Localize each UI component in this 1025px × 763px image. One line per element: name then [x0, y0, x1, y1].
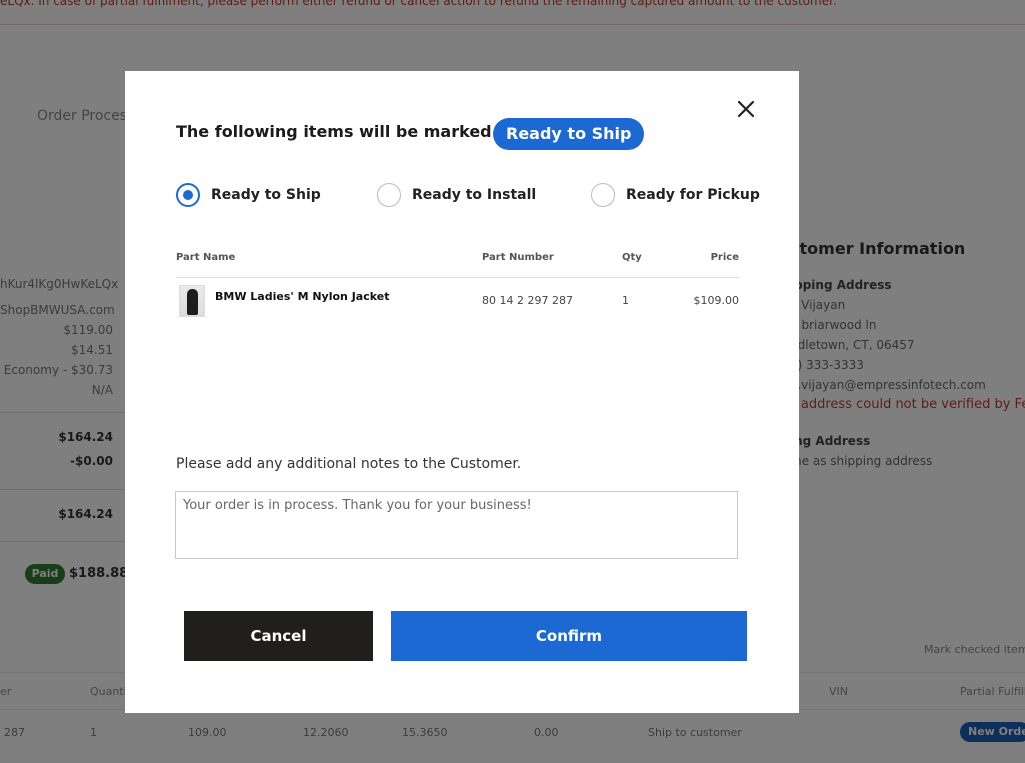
- radio-ready-to-ship[interactable]: Ready to Ship: [176, 182, 321, 208]
- close-icon: [737, 100, 755, 118]
- header-price: Price: [710, 252, 739, 263]
- radio-label[interactable]: Ready to Ship: [211, 187, 321, 203]
- radio-circle[interactable]: [591, 183, 615, 207]
- part-number-cell: 80 14 2 297 287: [482, 294, 573, 307]
- radio-circle[interactable]: [377, 183, 401, 207]
- header-part-number: Part Number: [482, 252, 554, 263]
- notes-label: Please add any additional notes to the C…: [176, 456, 522, 472]
- part-name-cell: BMW Ladies' M Nylon Jacket: [215, 290, 390, 303]
- close-button[interactable]: [733, 96, 759, 122]
- cancel-button[interactable]: Cancel: [184, 611, 373, 661]
- product-thumbnail: [179, 285, 205, 317]
- radio-ready-to-install[interactable]: Ready to Install: [377, 182, 536, 208]
- header-part-name: Part Name: [176, 252, 236, 263]
- price-cell: $109.00: [693, 294, 740, 307]
- radio-label[interactable]: Ready to Install: [412, 187, 536, 203]
- notes-textarea[interactable]: Your order is in process. Thank you for …: [175, 491, 738, 559]
- jacket-image: [187, 289, 198, 315]
- radio-ready-for-pickup[interactable]: Ready for Pickup: [591, 182, 760, 208]
- radio-circle[interactable]: [176, 183, 200, 207]
- confirm-button[interactable]: Confirm: [391, 611, 747, 661]
- status-pill: Ready to Ship: [493, 118, 645, 150]
- header-qty: Qty: [622, 252, 642, 263]
- radio-label[interactable]: Ready for Pickup: [626, 187, 760, 203]
- qty-cell: 1: [622, 294, 629, 307]
- table-header-divider: [176, 277, 739, 278]
- modal-heading: The following items will be marked as: [176, 122, 518, 141]
- mark-items-modal: The following items will be marked as Re…: [125, 71, 799, 713]
